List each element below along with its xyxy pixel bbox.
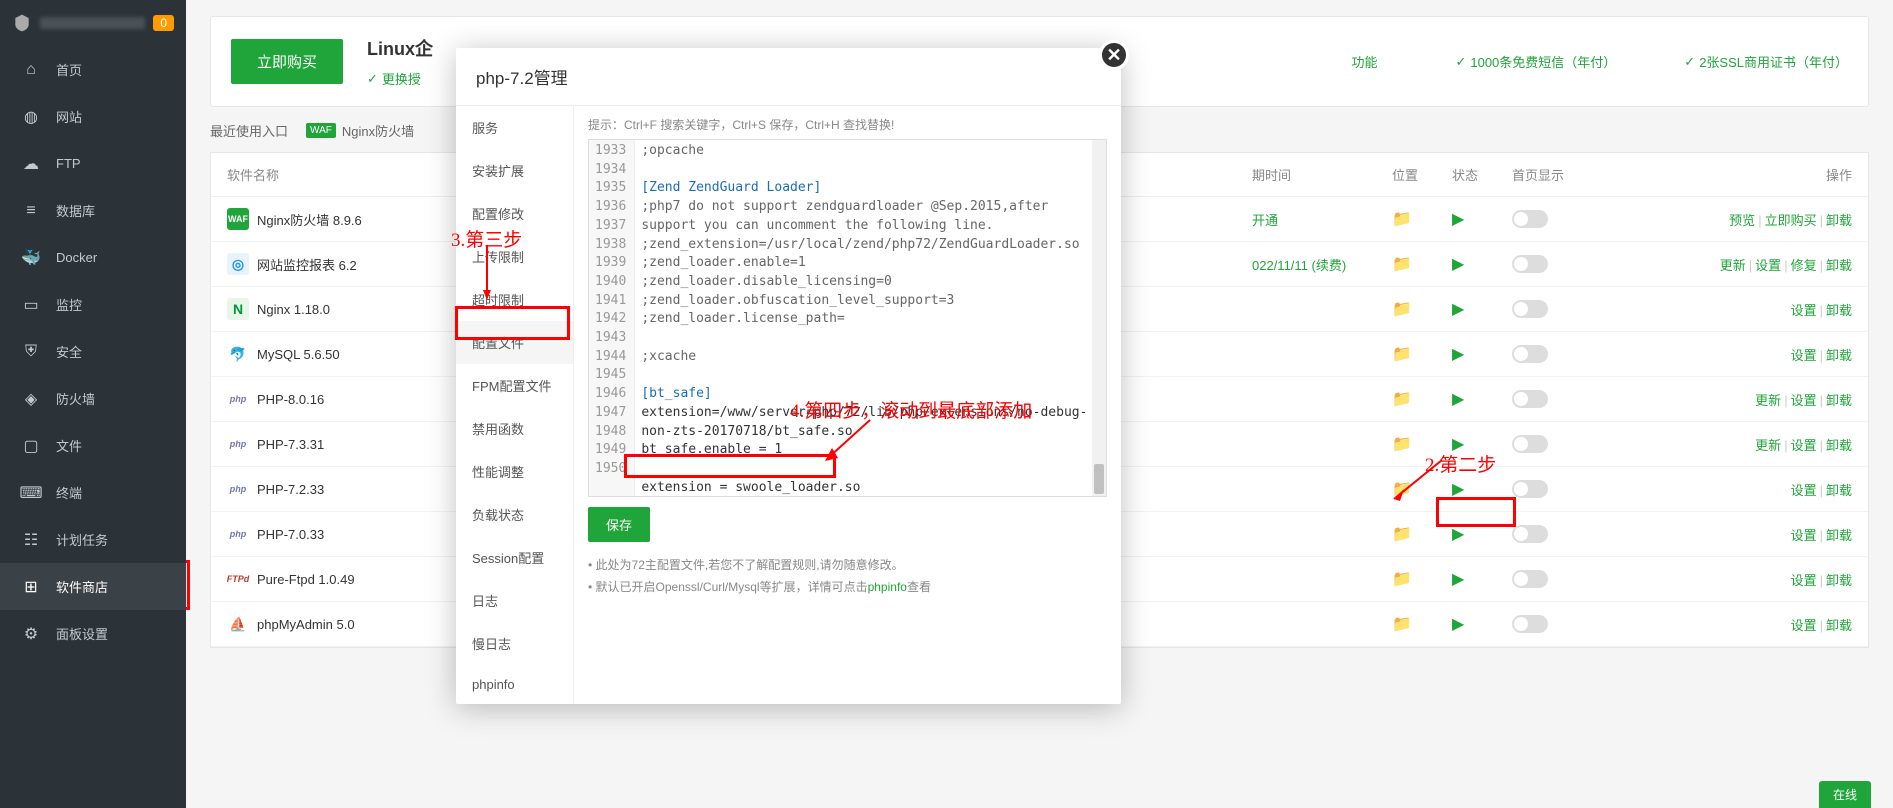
modal-nav-item[interactable]: 安装扩展 xyxy=(456,149,573,192)
config-notes: • 此处为72主配置文件,若您不了解配置规则,请勿随意修改。 • 默认已开启Op… xyxy=(588,554,1107,598)
modal-nav-item[interactable]: 超时限制 xyxy=(456,278,573,321)
modal-nav-item[interactable]: Session配置 xyxy=(456,536,573,579)
line-gutter: 1933193419351936193719381939194019411942… xyxy=(589,140,635,496)
modal-nav-item[interactable]: 性能调整 xyxy=(456,450,573,493)
scrollbar-thumb[interactable] xyxy=(1094,464,1104,494)
online-badge[interactable]: 在线 xyxy=(1819,781,1871,808)
modal-nav-item[interactable]: 日志 xyxy=(456,579,573,622)
modal-content: 提示：Ctrl+F 搜索关键字，Ctrl+S 保存，Ctrl+H 查找替换! 1… xyxy=(574,106,1121,704)
modal-nav-item[interactable]: 服务 xyxy=(456,106,573,149)
modal-nav-item[interactable]: FPM配置文件 xyxy=(456,364,573,407)
modal-nav: 服务安装扩展配置修改上传限制超时限制配置文件FPM配置文件禁用函数性能调整负载状… xyxy=(456,106,574,704)
modal-nav-item[interactable]: 慢日志 xyxy=(456,622,573,665)
code-area[interactable]: ;opcache [Zend ZendGuard Loader];php7 do… xyxy=(635,140,1106,496)
modal-nav-item[interactable]: 配置修改 xyxy=(456,192,573,235)
editor-hint: 提示：Ctrl+F 搜索关键字，Ctrl+S 保存，Ctrl+H 查找替换! xyxy=(588,116,1107,133)
php-manage-modal: ✕ php-7.2管理 服务安装扩展配置修改上传限制超时限制配置文件FPM配置文… xyxy=(456,48,1121,704)
phpinfo-link[interactable]: phpinfo xyxy=(868,580,907,594)
editor-scrollbar[interactable] xyxy=(1092,140,1106,496)
modal-nav-item[interactable]: 配置文件 xyxy=(456,321,573,364)
save-button[interactable]: 保存 xyxy=(588,507,650,542)
config-editor[interactable]: 1933193419351936193719381939194019411942… xyxy=(588,139,1107,497)
modal-nav-item[interactable]: 负载状态 xyxy=(456,493,573,536)
modal-title: php-7.2管理 xyxy=(456,48,1121,105)
modal-nav-item[interactable]: phpinfo xyxy=(456,665,573,704)
close-icon[interactable]: ✕ xyxy=(1099,40,1129,70)
modal-nav-item[interactable]: 禁用函数 xyxy=(456,407,573,450)
modal-nav-item[interactable]: 上传限制 xyxy=(456,235,573,278)
